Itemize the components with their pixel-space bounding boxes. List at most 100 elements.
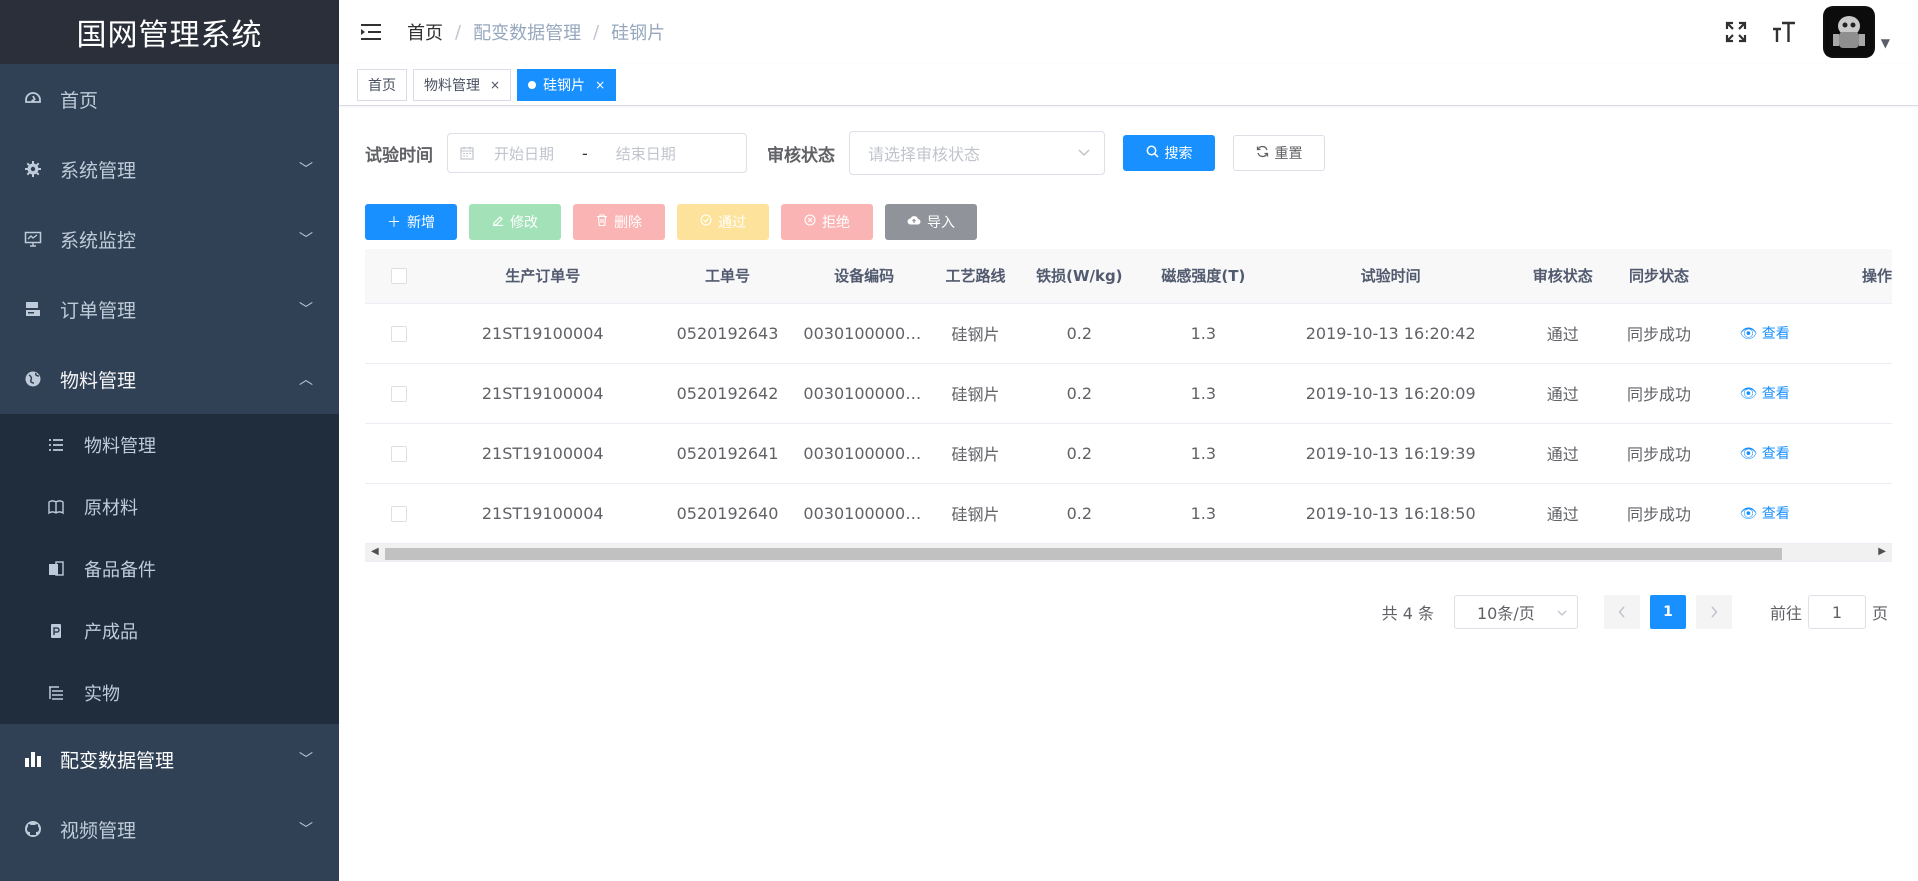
delete-button[interactable]: 删除 — [573, 204, 665, 240]
scrollbar-thumb[interactable] — [385, 547, 1782, 560]
hamburger-icon[interactable] — [359, 20, 383, 44]
chevron-right-icon — [1711, 606, 1718, 618]
close-icon[interactable]: × — [595, 78, 605, 92]
avatar[interactable] — [1822, 6, 1875, 58]
sidebar: 国网管理系统 首页 系统管理 ﹀ 系统监控 ﹀ 订单管理 ﹀ 物料管理 ︿ 物料… — [0, 0, 339, 881]
row-checkbox[interactable] — [391, 386, 408, 402]
view-link[interactable]: 👁 查看 — [1740, 446, 1790, 462]
search-form: 试验时间 开始日期 - 结束日期 审核状态 请选择审核状态 搜索 重置 — [365, 131, 1325, 175]
submenu-materials: 物料管理 原材料 备品备件 产成品 实物 — [0, 414, 339, 724]
breadcrumb-home[interactable]: 首页 — [407, 19, 443, 45]
font-size-icon[interactable] — [1769, 17, 1799, 47]
column-header: 铁损(W/kg) — [1026, 249, 1133, 304]
column-header: 同步状态 — [1618, 249, 1700, 304]
check-circle-icon — [700, 214, 712, 230]
sidebar-item-system[interactable]: 系统管理 ﹀ — [0, 134, 339, 204]
edit-button[interactable]: 修改 — [469, 204, 561, 240]
scroll-right-icon[interactable]: ▶ — [1878, 546, 1886, 557]
view-link[interactable]: 👁 查看 — [1740, 326, 1790, 342]
horizontal-scrollbar[interactable]: ◀ ▶ — [365, 543, 1892, 562]
close-icon[interactable]: × — [490, 78, 500, 92]
cell-sync-status: 同步成功 — [1618, 423, 1700, 484]
cell-audit-status: 通过 — [1507, 363, 1619, 424]
page-size-select[interactable]: 10条/页 — [1453, 595, 1578, 629]
cell-order: 21ST19100004 — [433, 483, 652, 544]
search-button-label: 搜索 — [1164, 146, 1193, 162]
import-button[interactable]: 导入 — [885, 204, 977, 240]
sidebar-subitem-physical[interactable]: 实物 — [0, 662, 339, 724]
tree-list-icon — [46, 683, 66, 703]
cell-sync-status: 同步成功 — [1618, 483, 1700, 544]
import-button-label: 导入 — [927, 215, 955, 231]
breadcrumb-current: 硅钢片 — [611, 23, 666, 44]
table-body: 21ST19100004 0520192643 00301000000... 硅… — [365, 303, 1892, 544]
tag-label: 物料管理 — [424, 77, 480, 94]
reset-button[interactable]: 重置 — [1233, 135, 1325, 171]
refresh-icon — [1256, 145, 1269, 162]
sidebar-subitem-material-mgmt[interactable]: 物料管理 — [0, 414, 339, 476]
view-link-label: 查看 — [1761, 506, 1790, 522]
fullscreen-icon[interactable] — [1721, 17, 1751, 47]
sidebar-item-home[interactable]: 首页 — [0, 64, 339, 134]
cell-sync-status: 同步成功 — [1618, 303, 1700, 364]
page-number-button[interactable]: 1 — [1649, 595, 1686, 629]
row-checkbox[interactable] — [391, 446, 408, 462]
start-date-input[interactable]: 开始日期 — [494, 143, 554, 164]
sidebar-subitem-finished-products[interactable]: 产成品 — [0, 600, 339, 662]
chevron-down-icon: ﹀ — [299, 302, 313, 318]
cell-route: 硅钢片 — [924, 363, 1027, 424]
goto-page-input[interactable]: 1 — [1807, 595, 1866, 629]
end-date-input[interactable]: 结束日期 — [616, 143, 676, 164]
column-header: 审核状态 — [1507, 249, 1619, 304]
sidebar-item-orders[interactable]: 订单管理 ﹀ — [0, 274, 339, 344]
cell-loss: 0.2 — [1026, 303, 1133, 364]
reset-button-label: 重置 — [1274, 146, 1303, 162]
cell-audit-status: 通过 — [1507, 303, 1619, 364]
tag-silicon-steel[interactable]: 硅钢片 × — [517, 68, 617, 101]
prev-page-button[interactable] — [1603, 595, 1640, 629]
range-separator: - — [582, 143, 588, 163]
sidebar-item-distribution-data[interactable]: 配变数据管理 ﹀ — [0, 724, 339, 794]
chevron-up-icon: ︿ — [299, 372, 313, 388]
sidebar-item-materials[interactable]: 物料管理 ︿ — [0, 344, 339, 414]
breadcrumb-distribution-data[interactable]: 配变数据管理 — [473, 19, 581, 45]
table-header: 生产订单号 工单号 设备编码 工艺路线 铁损(W/kg) 磁感强度(T) 试验时… — [365, 249, 1892, 304]
cell-test-time: 2019-10-13 16:20:09 — [1274, 363, 1508, 424]
cell-work-order: 0520192640 — [651, 483, 804, 544]
cell-loss: 0.2 — [1026, 423, 1133, 484]
sidebar-subitem-raw-material[interactable]: 原材料 — [0, 476, 339, 538]
eye-icon: 👁 — [1739, 386, 1758, 402]
dashboard-icon — [22, 88, 44, 110]
sidebar-item-label: 物料管理 — [60, 369, 137, 392]
date-range-picker[interactable]: 开始日期 - 结束日期 — [447, 133, 747, 173]
approve-button-label: 通过 — [718, 215, 746, 231]
view-link[interactable]: 👁 查看 — [1740, 506, 1790, 522]
chevron-down-icon: ﹀ — [299, 752, 313, 768]
audit-status-select[interactable]: 请选择审核状态 — [849, 131, 1105, 175]
add-button[interactable]: ＋ 新增 — [365, 204, 457, 240]
sidebar-item-monitor[interactable]: 系统监控 ﹀ — [0, 204, 339, 274]
sidebar-item-video[interactable]: 视频管理 ﹀ — [0, 794, 339, 864]
sidebar-item-label: 配变数据管理 — [60, 749, 175, 772]
sidebar-subitem-label: 实物 — [84, 684, 120, 705]
row-checkbox[interactable] — [391, 506, 408, 522]
add-button-label: 新增 — [407, 215, 435, 231]
table-row: 21ST19100004 0520192641 00301000000... 硅… — [365, 423, 1892, 484]
column-header: 生产订单号 — [433, 249, 652, 304]
select-all-checkbox[interactable] — [391, 268, 408, 285]
sidebar-subitem-spare-parts[interactable]: 备品备件 — [0, 538, 339, 600]
bar-chart-icon — [22, 748, 44, 770]
scroll-left-icon[interactable]: ◀ — [371, 546, 379, 557]
reject-button-label: 拒绝 — [822, 215, 850, 231]
tag-material-mgmt[interactable]: 物料管理 × — [413, 68, 512, 101]
edit-icon — [492, 214, 504, 230]
next-page-button[interactable] — [1695, 595, 1732, 629]
book-icon — [46, 497, 66, 517]
caret-down-icon[interactable]: ▼ — [1881, 36, 1890, 50]
tag-home[interactable]: 首页 — [357, 68, 407, 101]
reject-button[interactable]: 拒绝 — [781, 204, 873, 240]
search-button[interactable]: 搜索 — [1123, 135, 1215, 171]
row-checkbox[interactable] — [391, 326, 408, 342]
view-link[interactable]: 👁 查看 — [1740, 386, 1790, 402]
approve-button[interactable]: 通过 — [677, 204, 769, 240]
